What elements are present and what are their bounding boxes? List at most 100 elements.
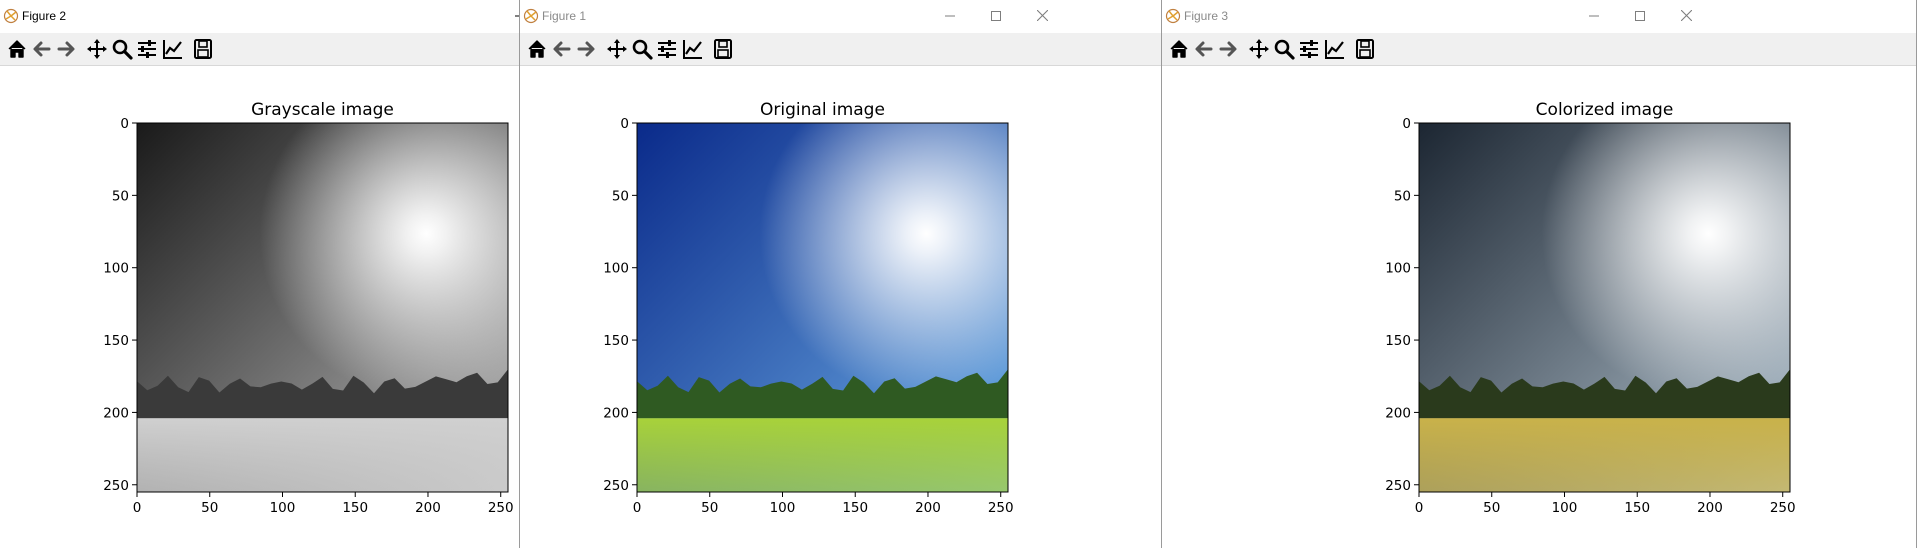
y-tick-label: 200 (603, 405, 629, 421)
x-tick-label: 0 (133, 500, 142, 516)
zoom-icon (1274, 39, 1295, 60)
y-tick-label: 100 (603, 261, 629, 277)
edit-axis-icon (683, 40, 702, 59)
x-tick-label: 200 (1697, 500, 1723, 516)
forward-arrow-icon (57, 41, 75, 57)
zoom-button[interactable] (109, 37, 135, 61)
x-tick-label: 150 (1624, 500, 1650, 516)
y-tick-label: 100 (1385, 261, 1411, 277)
title-bar[interactable]: Figure 3 (1162, 0, 1916, 31)
y-tick-label: 250 (603, 478, 629, 494)
back-arrow-button[interactable] (549, 37, 575, 61)
window-title: Figure 1 (542, 9, 587, 23)
forward-arrow-button[interactable] (1215, 37, 1241, 61)
title-bar[interactable]: Figure 1 (520, 0, 1161, 31)
configure-subplots-button[interactable] (134, 37, 160, 61)
minimize-button[interactable] (927, 0, 973, 31)
edit-axis-button[interactable] (680, 37, 706, 61)
x-tick-label: 100 (1552, 500, 1578, 516)
forward-arrow-button[interactable] (573, 37, 599, 61)
x-tick-label: 50 (701, 500, 718, 516)
home-button[interactable] (4, 37, 30, 61)
back-arrow-button[interactable] (29, 37, 55, 61)
configure-subplots-button[interactable] (1296, 37, 1322, 61)
home-icon (528, 40, 546, 58)
plot-title: Original image (760, 100, 885, 120)
back-arrow-button[interactable] (1191, 37, 1217, 61)
save-button[interactable] (710, 37, 736, 61)
maximize-button[interactable] (973, 0, 1019, 31)
close-button[interactable] (1019, 0, 1065, 31)
minimize-button[interactable] (497, 0, 519, 31)
maximize-button[interactable] (1617, 0, 1663, 31)
y-tick-label: 0 (620, 116, 629, 132)
matplotlib-app-icon (1165, 8, 1181, 24)
back-arrow-icon (1195, 41, 1213, 57)
figure-window-1[interactable]: Figure 1 Original image 0 0 50 50 100 100 150 15… (520, 0, 1162, 548)
x-tick-label: 150 (842, 500, 868, 516)
x-tick-label: 100 (270, 500, 296, 516)
y-tick-label: 50 (612, 188, 629, 204)
zoom-icon (632, 39, 653, 60)
x-tick-label: 100 (770, 500, 796, 516)
home-button[interactable] (1166, 37, 1192, 61)
x-tick-label: 150 (342, 500, 368, 516)
y-tick-label: 150 (603, 333, 629, 349)
x-tick-label: 50 (1483, 500, 1500, 516)
y-tick-label: 50 (1394, 188, 1411, 204)
close-button[interactable] (1663, 0, 1709, 31)
forward-arrow-button[interactable] (53, 37, 79, 61)
edit-axis-button[interactable] (1322, 37, 1348, 61)
zoom-button[interactable] (1271, 37, 1297, 61)
y-tick-label: 100 (103, 261, 129, 277)
navigation-toolbar (0, 33, 519, 66)
x-tick-label: 250 (1770, 500, 1796, 516)
plot-title: Colorized image (1536, 100, 1674, 120)
minimize-button[interactable] (1571, 0, 1617, 31)
x-tick-label: 50 (201, 500, 218, 516)
matplotlib-app-icon (3, 8, 19, 24)
plot-area: Colorized image 0 0 50 50 100 100 150 150 200 200 2… (1385, 100, 1796, 516)
x-tick-label: 200 (415, 500, 441, 516)
y-tick-label: 200 (103, 405, 129, 421)
y-tick-label: 250 (103, 478, 129, 494)
pan-icon (87, 39, 107, 59)
home-button[interactable] (524, 37, 550, 61)
save-icon (714, 39, 732, 59)
image-grayscale (137, 123, 508, 492)
x-tick-label: 200 (915, 500, 941, 516)
zoom-icon (112, 39, 133, 60)
pan-icon (1249, 39, 1269, 59)
save-button[interactable] (190, 37, 216, 61)
window-title: Figure 3 (1184, 9, 1229, 23)
image-original (637, 123, 1008, 492)
forward-arrow-icon (1219, 41, 1237, 57)
edit-axis-icon (1325, 40, 1344, 59)
pan-button[interactable] (604, 37, 630, 61)
pan-button[interactable] (84, 37, 110, 61)
y-tick-label: 200 (1385, 405, 1411, 421)
y-tick-label: 150 (103, 333, 129, 349)
y-tick-label: 250 (1385, 478, 1411, 494)
pan-button[interactable] (1246, 37, 1272, 61)
configure-subplots-icon (1300, 40, 1318, 58)
edit-axis-button[interactable] (160, 37, 186, 61)
save-button[interactable] (1352, 37, 1378, 61)
figure-window-2[interactable]: Figure 2 Grayscale image 0 0 50 50 100 100 150 1… (0, 0, 520, 548)
plot-area: Grayscale image 0 0 50 50 100 100 150 150 200 200 2… (103, 100, 514, 516)
y-tick-label: 50 (112, 188, 129, 204)
image-colorized (1419, 123, 1790, 492)
configure-subplots-button[interactable] (654, 37, 680, 61)
home-icon (1170, 40, 1188, 58)
back-arrow-icon (553, 41, 571, 57)
zoom-button[interactable] (629, 37, 655, 61)
x-tick-label: 0 (1415, 500, 1424, 516)
navigation-toolbar (1162, 33, 1916, 66)
navigation-toolbar (520, 33, 1161, 66)
x-tick-label: 250 (488, 500, 514, 516)
y-tick-label: 0 (1402, 116, 1411, 132)
pan-icon (607, 39, 627, 59)
back-arrow-icon (33, 41, 51, 57)
title-bar[interactable]: Figure 2 (0, 0, 519, 31)
figure-window-3[interactable]: Figure 3 Colorized image 0 0 50 50 100 100 150 1… (1162, 0, 1917, 548)
